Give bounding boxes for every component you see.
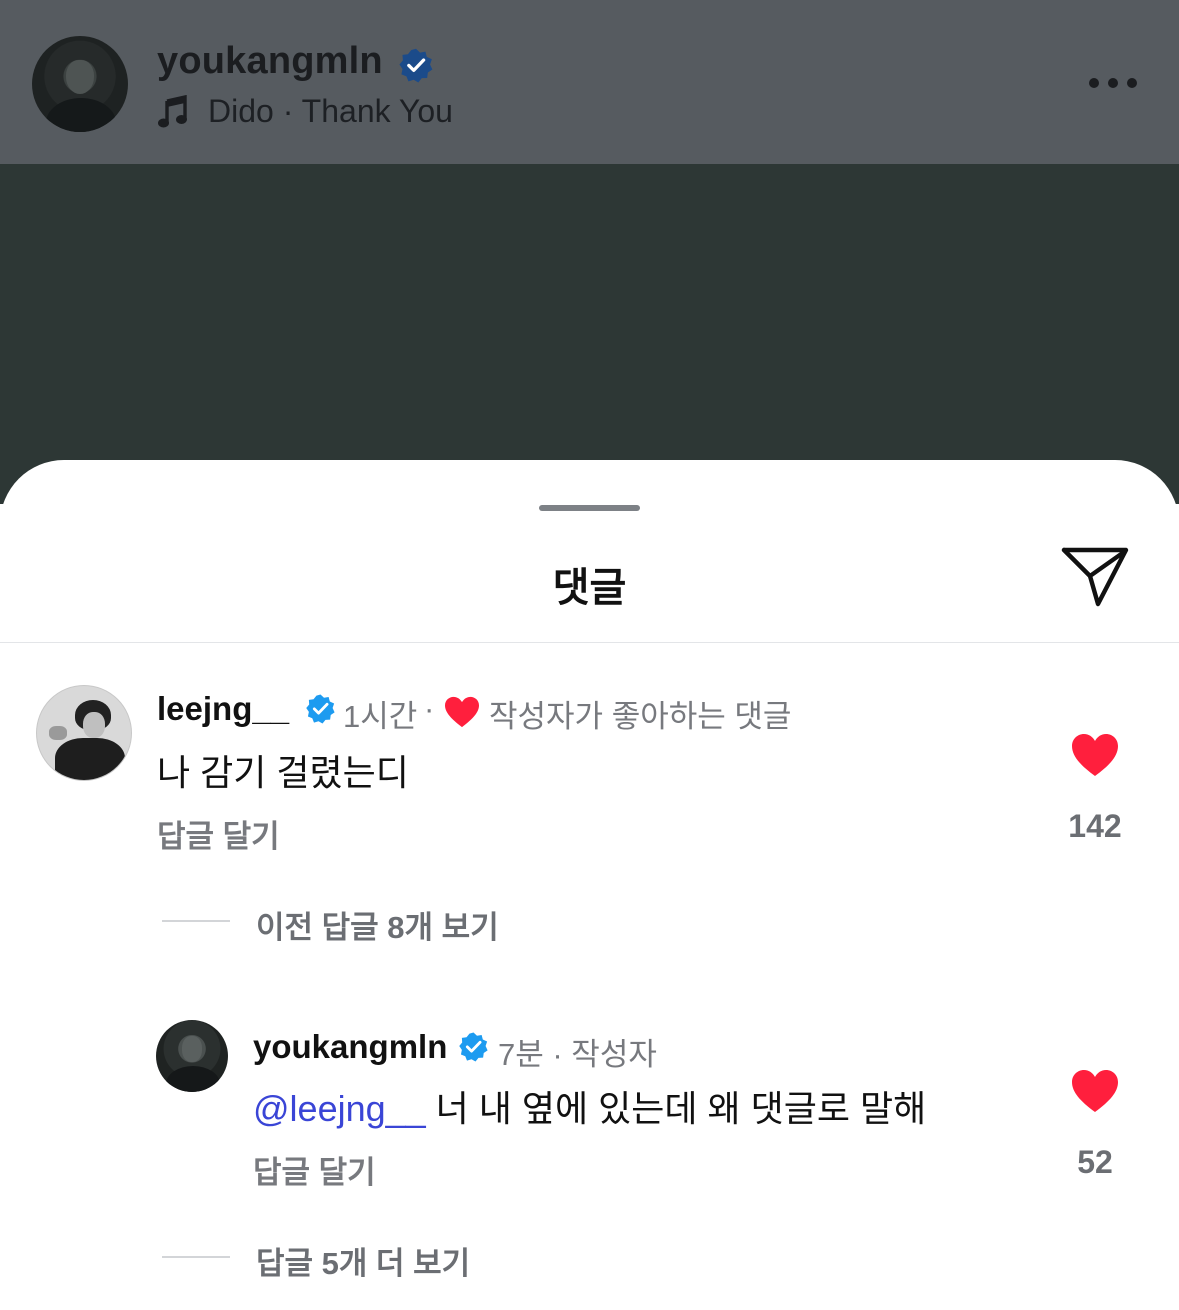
sheet-grab-handle[interactable] <box>539 505 640 511</box>
reply-username[interactable]: youkangmln <box>253 1028 447 1066</box>
thread-line <box>162 920 230 922</box>
reply-body: 너 내 옆에 있는데 왜 댓글로 말해 <box>425 1088 927 1129</box>
comment-timestamp: 1시간 <box>343 699 418 734</box>
creator-liked-heart-icon <box>445 696 479 728</box>
reply-meta: 7분 · 작성자 <box>498 1037 657 1072</box>
more-options-icon[interactable] <box>1087 76 1139 90</box>
verified-badge-icon <box>306 694 335 724</box>
post-author-avatar[interactable] <box>32 36 128 132</box>
view-more-replies-button[interactable]: 답글 5개 더 보기 <box>256 1238 470 1283</box>
comments-sheet: 댓글 leejng__ 1시간 · 작성자가 좋아하는 댓글 나 감기 걸렸는디… <box>0 460 1179 1310</box>
post-header: youkangmln Dido · Thank You <box>0 0 1179 164</box>
comment-text: 나 감기 걸렸는디 <box>157 752 409 793</box>
sheet-title: 댓글 <box>552 566 627 610</box>
mention-link[interactable]: @leejng__ <box>253 1088 426 1129</box>
reply-avatar[interactable] <box>156 1020 228 1092</box>
view-previous-replies-button[interactable]: 이전 답글 8개 보기 <box>256 902 499 947</box>
music-note-icon <box>158 95 187 128</box>
comment-username[interactable]: leejng__ <box>157 690 289 728</box>
verified-badge-icon <box>399 48 433 83</box>
verified-badge-icon <box>459 1032 488 1062</box>
share-send-icon[interactable] <box>1060 546 1130 608</box>
like-count: 142 <box>1068 808 1122 844</box>
comment-avatar[interactable] <box>36 685 132 781</box>
post-media <box>0 164 1179 504</box>
reply-text: @leejng__ 너 내 옆에 있는데 왜 댓글로 말해 <box>253 1080 926 1132</box>
like-count: 52 <box>1077 1144 1113 1180</box>
reply-button[interactable]: 답글 달기 <box>157 811 280 856</box>
heart-like-icon[interactable] <box>1070 732 1120 778</box>
reply-button[interactable]: 답글 달기 <box>253 1147 376 1192</box>
post-author-username[interactable]: youkangmln <box>157 40 383 83</box>
meta-separator: · <box>424 691 435 726</box>
sheet-divider <box>0 642 1179 643</box>
creator-liked-label: 작성자가 좋아하는 댓글 <box>489 699 792 734</box>
post-music-track[interactable]: Dido · Thank You <box>208 93 453 130</box>
thread-line <box>162 1256 230 1258</box>
screen: youkangmln Dido · Thank You 댓글 leejng__ … <box>0 0 1179 1310</box>
heart-like-icon[interactable] <box>1070 1068 1120 1114</box>
